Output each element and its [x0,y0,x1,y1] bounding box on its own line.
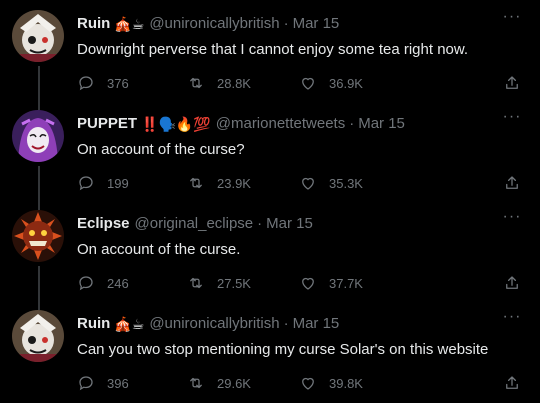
reply-icon [79,376,93,391]
share-button[interactable] [503,374,521,392]
like-button[interactable]: 35.3K [299,174,363,192]
avatar-eclipse[interactable] [12,210,64,262]
reply-button[interactable]: 246 [77,274,129,292]
tweet-header: Ruin 🎪☕ @unironicallybritish · Mar 15 [77,314,339,334]
reply-icon [79,276,93,291]
reply-count: 246 [107,275,129,291]
retweet-button[interactable]: 27.5K [187,274,251,292]
share-icon [506,376,518,389]
separator-dot: · [349,115,355,132]
tweet-header: PUPPET ‼️🗣️🔥💯 @marionettetweets · Mar 15 [77,114,405,134]
tweet-header: Ruin 🎪☕ @unironicallybritish · Mar 15 [77,14,339,34]
retweet-count: 27.5K [217,275,251,291]
reply-icon [79,76,93,91]
heart-icon [302,77,314,90]
name-emoji: 🎪☕ [114,16,145,32]
like-count: 39.8K [329,375,363,391]
tweet-text: Can you two stop mentioning my curse Sol… [77,341,489,358]
reply-button[interactable]: 199 [77,174,129,192]
more-options-icon[interactable]: ··· [500,309,524,328]
avatar-ruin[interactable] [12,310,64,362]
handle[interactable]: @original_eclipse [135,214,254,234]
reply-button[interactable]: 396 [77,374,129,392]
name-emoji: 🎪☕ [114,316,145,332]
display-name[interactable]: PUPPET [77,114,137,134]
tweet-text: On account of the curse. [77,241,241,258]
tweet-actions: 376 28.8K 36.9K [77,74,527,94]
name-emoji: ‼️🗣️🔥💯 [141,116,211,132]
reply-count: 396 [107,375,129,391]
handle[interactable]: @unironicallybritish [149,14,279,34]
retweet-button[interactable]: 29.6K [187,374,251,392]
tweet-text: Downright perverse that I cannot enjoy s… [77,41,469,58]
share-button[interactable] [503,274,521,292]
timestamp[interactable]: Mar 15 [266,214,313,234]
share-button[interactable] [503,74,521,92]
more-options-icon[interactable]: ··· [500,209,524,228]
display-name[interactable]: Ruin [77,14,110,34]
avatar-ruin[interactable] [12,10,64,62]
retweet-icon [190,377,202,389]
tweet-actions: 199 23.9K 35.3K [77,174,527,194]
retweet-icon [190,177,202,189]
heart-icon [302,377,314,390]
retweet-icon [190,77,202,89]
timestamp[interactable]: Mar 15 [358,114,405,134]
like-count: 35.3K [329,175,363,191]
share-icon [506,276,518,289]
tweet[interactable]: Ruin 🎪☕ @unironicallybritish · Mar 15 ··… [0,300,540,400]
display-name[interactable]: Ruin [77,314,110,334]
heart-icon [302,177,314,190]
like-count: 37.7K [329,275,363,291]
like-button[interactable]: 36.9K [299,74,363,92]
more-options-icon[interactable]: ··· [500,9,524,28]
tweet-header: Eclipse @original_eclipse · Mar 15 [77,214,313,234]
reply-count: 376 [107,75,129,91]
share-icon [506,176,518,189]
retweet-count: 23.9K [217,175,251,191]
tweet[interactable]: Ruin 🎪☕ @unironicallybritish · Mar 15 ··… [0,0,540,100]
like-button[interactable]: 39.8K [299,374,363,392]
like-button[interactable]: 37.7K [299,274,363,292]
separator-dot: · [283,15,289,32]
tweet[interactable]: Eclipse @original_eclipse · Mar 15 ··· O… [0,200,540,300]
share-icon [506,76,518,89]
handle[interactable]: @unironicallybritish [149,314,279,334]
retweet-button[interactable]: 23.9K [187,174,251,192]
tweet[interactable]: PUPPET ‼️🗣️🔥💯 @marionettetweets · Mar 15… [0,100,540,200]
retweet-count: 28.8K [217,75,251,91]
tweet-actions: 396 29.6K 39.8K [77,374,527,394]
share-button[interactable] [503,174,521,192]
heart-icon [302,277,314,290]
more-options-icon[interactable]: ··· [500,109,524,128]
retweet-button[interactable]: 28.8K [187,74,251,92]
avatar-puppet[interactable] [12,110,64,162]
timestamp[interactable]: Mar 15 [293,14,340,34]
separator-dot: · [257,215,263,232]
reply-count: 199 [107,175,129,191]
tweet-actions: 246 27.5K 37.7K [77,274,527,294]
reply-icon [79,176,93,191]
timestamp[interactable]: Mar 15 [293,314,340,334]
like-count: 36.9K [329,75,363,91]
tweet-text: On account of the curse? [77,141,245,158]
retweet-count: 29.6K [217,375,251,391]
handle[interactable]: @marionettetweets [216,114,345,134]
separator-dot: · [283,315,289,332]
retweet-icon [190,277,202,289]
reply-button[interactable]: 376 [77,74,129,92]
display-name[interactable]: Eclipse [77,214,130,234]
